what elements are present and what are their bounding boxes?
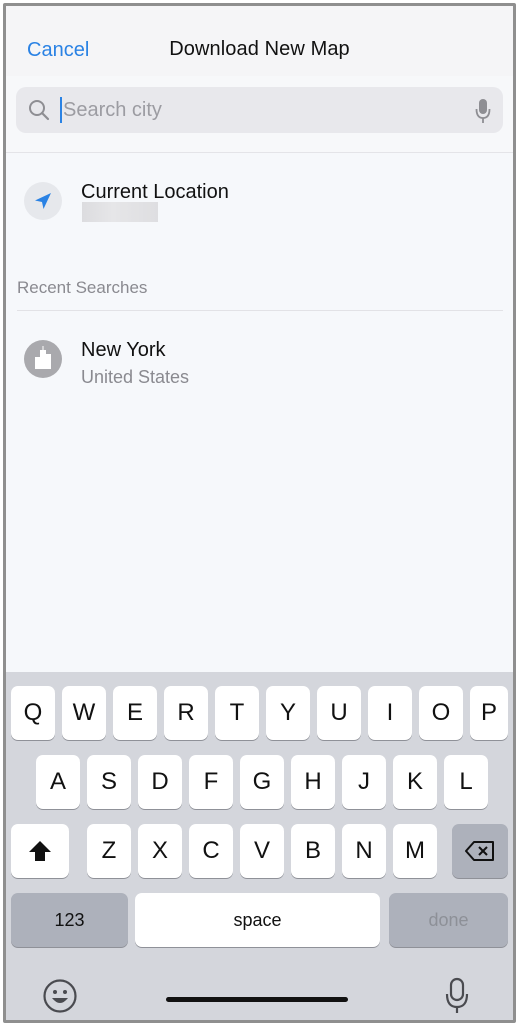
recent-item-city: New York — [81, 339, 166, 361]
nav-bar: Cancel Download New Map — [6, 6, 513, 133]
current-location-label: Current Location — [81, 181, 229, 203]
dictation-icon[interactable] — [445, 977, 469, 1015]
recent-item-country: United States — [81, 367, 190, 387]
key-l[interactable]: L — [444, 755, 488, 809]
microphone-icon[interactable] — [475, 98, 491, 124]
keyboard: Q W E R T Y U I O P A S D F G H J K L Z … — [6, 672, 513, 1020]
key-h[interactable]: H — [291, 755, 335, 809]
section-divider — [17, 310, 503, 311]
key-t[interactable]: T — [215, 686, 259, 740]
home-indicator — [166, 997, 348, 1002]
key-c[interactable]: C — [189, 824, 233, 878]
search-bar[interactable] — [16, 87, 503, 133]
space-key[interactable]: space — [135, 893, 380, 947]
page-title: Download New Map — [169, 38, 350, 60]
shift-icon — [29, 841, 51, 861]
key-d[interactable]: D — [138, 755, 182, 809]
key-f[interactable]: F — [189, 755, 233, 809]
search-icon — [29, 100, 50, 121]
key-x[interactable]: X — [138, 824, 182, 878]
key-p[interactable]: P — [470, 686, 508, 740]
key-j[interactable]: J — [342, 755, 386, 809]
key-v[interactable]: V — [240, 824, 284, 878]
done-key[interactable]: done — [389, 893, 508, 947]
current-location-row[interactable]: Current Location — [6, 166, 513, 236]
numbers-key[interactable]: 123 — [11, 893, 128, 947]
key-b[interactable]: B — [291, 824, 335, 878]
key-n[interactable]: N — [342, 824, 386, 878]
key-y[interactable]: Y — [266, 686, 310, 740]
key-s[interactable]: S — [87, 755, 131, 809]
redacted-location-text — [82, 202, 158, 222]
key-a[interactable]: A — [36, 755, 80, 809]
app-screen: Cancel Download New Map Current Location — [3, 3, 516, 1023]
backspace-icon — [465, 841, 494, 861]
city-icon — [24, 340, 62, 378]
shift-key[interactable] — [11, 824, 69, 878]
key-r[interactable]: R — [164, 686, 208, 740]
emoji-icon[interactable] — [42, 978, 78, 1014]
key-q[interactable]: Q — [11, 686, 55, 740]
key-w[interactable]: W — [62, 686, 106, 740]
key-m[interactable]: M — [393, 824, 437, 878]
text-cursor — [60, 97, 62, 123]
backspace-key[interactable] — [452, 824, 508, 878]
key-o[interactable]: O — [419, 686, 463, 740]
key-g[interactable]: G — [240, 755, 284, 809]
location-arrow-icon — [24, 182, 62, 220]
key-k[interactable]: K — [393, 755, 437, 809]
key-e[interactable]: E — [113, 686, 157, 740]
key-u[interactable]: U — [317, 686, 361, 740]
search-input[interactable] — [63, 95, 463, 125]
section-header-recent: Recent Searches — [17, 278, 148, 297]
key-i[interactable]: I — [368, 686, 412, 740]
recent-search-item[interactable]: New York United States — [6, 324, 513, 394]
key-z[interactable]: Z — [87, 824, 131, 878]
